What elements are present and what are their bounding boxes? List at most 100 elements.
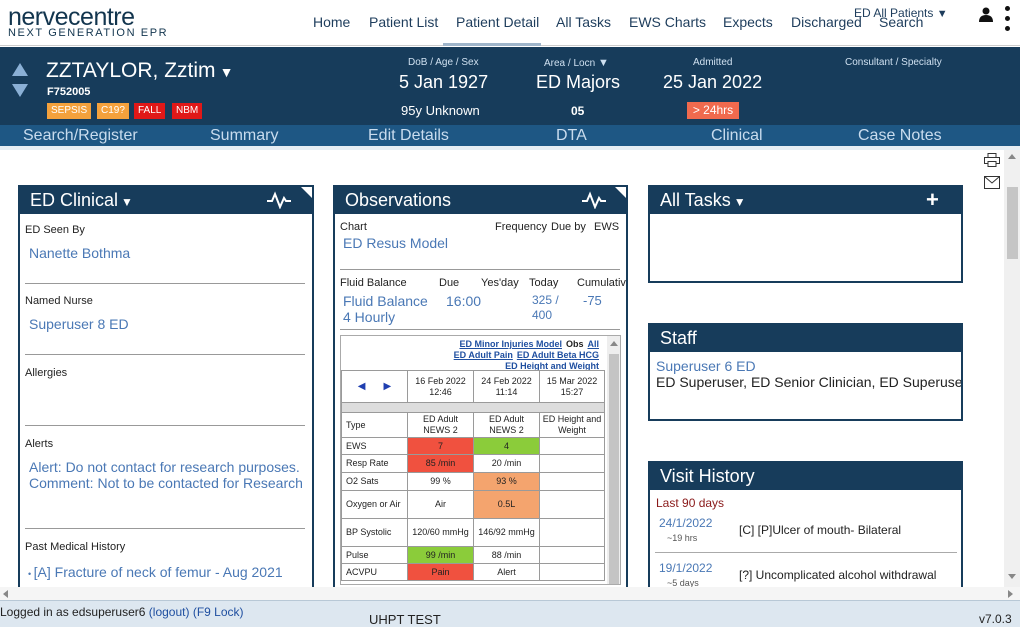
link-minor-injuries-model[interactable]: ED Minor Injuries Model bbox=[459, 339, 562, 349]
panel-corner-icon[interactable] bbox=[615, 187, 626, 198]
prev-date-arrow-icon[interactable]: ◀ bbox=[358, 381, 366, 392]
badge-nbm[interactable]: NBM bbox=[172, 103, 203, 119]
visit-age: ~19 hrs bbox=[667, 533, 698, 543]
acvpu-value-3[interactable] bbox=[539, 563, 605, 581]
ews-value-2[interactable]: 4 bbox=[473, 437, 540, 455]
tab-search-register[interactable]: Search/Register bbox=[23, 127, 138, 145]
tab-edit-details[interactable]: Edit Details bbox=[368, 127, 449, 145]
patient-subnav: Search/Register Summary Edit Details DTA… bbox=[0, 125, 1020, 146]
link-adult-pain[interactable]: ED Adult Pain bbox=[454, 350, 513, 360]
logout-link[interactable]: (logout) bbox=[149, 605, 190, 619]
ed-seen-by-value[interactable]: Nanette Bothma bbox=[29, 245, 130, 261]
o2-sats-value-3[interactable] bbox=[539, 472, 605, 491]
pulse-value-2[interactable]: 88 /min bbox=[473, 546, 540, 564]
oxygen-value-3[interactable] bbox=[539, 490, 605, 519]
table-row: O2 Sats 99 % 93 % bbox=[341, 472, 605, 491]
row-label-ews: EWS bbox=[341, 437, 408, 455]
chart-value[interactable]: ED Resus Model bbox=[343, 235, 448, 251]
panel-corner-icon[interactable] bbox=[301, 187, 312, 198]
pmh-item[interactable]: • [A] Fracture of neck of femur - Aug 20… bbox=[28, 564, 283, 582]
pulse-chart-icon[interactable] bbox=[266, 191, 292, 209]
resp-rate-value-3[interactable] bbox=[539, 454, 605, 473]
nav-patient-list[interactable]: Patient List bbox=[369, 14, 438, 30]
fluid-due-label: Due bbox=[439, 277, 460, 289]
nav-home[interactable]: Home bbox=[313, 14, 350, 30]
date-header-1[interactable]: 16 Feb 2022 12:46 bbox=[407, 370, 474, 403]
tab-case-notes[interactable]: Case Notes bbox=[858, 127, 942, 145]
acvpu-value-2[interactable]: Alert bbox=[473, 563, 540, 581]
bp-value-3[interactable] bbox=[539, 518, 605, 547]
ews-value-3[interactable] bbox=[539, 437, 605, 455]
staff-name[interactable]: Superuser 6 ED bbox=[656, 358, 756, 374]
lock-link[interactable]: (F9 Lock) bbox=[193, 605, 244, 619]
previous-patient-arrow-icon[interactable] bbox=[12, 63, 28, 76]
alerts-value[interactable]: Alert: Do not contact for research purpo… bbox=[29, 459, 309, 491]
all-tasks-title[interactable]: All Tasks ▼ bbox=[660, 190, 746, 211]
page-vertical-scrollbar[interactable] bbox=[1004, 150, 1020, 587]
fluid-balance-label: Fluid Balance bbox=[340, 277, 407, 289]
named-nurse-value[interactable]: Superuser 8 ED bbox=[29, 316, 129, 332]
pulse-value-1[interactable]: 99 /min bbox=[407, 546, 474, 564]
badge-fall[interactable]: FALL bbox=[134, 103, 166, 119]
visit-description[interactable]: [C] [P]Ulcer of mouth- Bilateral bbox=[739, 523, 901, 537]
nav-all-tasks[interactable]: All Tasks bbox=[556, 14, 611, 30]
link-obs[interactable]: Obs bbox=[566, 339, 584, 349]
kebab-menu-icon[interactable] bbox=[1005, 6, 1011, 36]
o2-sats-value-1[interactable]: 99 % bbox=[407, 472, 474, 491]
patient-id: F752005 bbox=[47, 86, 91, 98]
pulse-value-3[interactable] bbox=[539, 546, 605, 564]
date-header-3[interactable]: 15 Mar 2022 15:27 bbox=[539, 370, 605, 403]
table-row: BP Systolic 120/60 mmHg 146/92 mmHg bbox=[341, 518, 605, 547]
bp-value-2[interactable]: 146/92 mmHg bbox=[473, 518, 540, 547]
ward-selector[interactable]: ED All Patients ▼ bbox=[854, 6, 948, 20]
tab-dta[interactable]: DTA bbox=[556, 127, 587, 145]
visit-description[interactable]: [?] Uncomplicated alcohol withdrawal bbox=[739, 568, 936, 582]
bp-value-1[interactable]: 120/60 mmHg bbox=[407, 518, 474, 547]
link-all[interactable]: All bbox=[587, 339, 599, 349]
divider bbox=[655, 552, 957, 553]
nav-expects[interactable]: Expects bbox=[723, 14, 773, 30]
mail-icon[interactable] bbox=[984, 176, 1000, 189]
o2-sats-value-2[interactable]: 93 % bbox=[473, 472, 540, 491]
chart-label: Chart bbox=[340, 221, 367, 233]
page-horizontal-scrollbar[interactable] bbox=[0, 587, 1020, 600]
resp-rate-value-2[interactable]: 20 /min bbox=[473, 454, 540, 473]
nav-patient-detail[interactable]: Patient Detail bbox=[456, 14, 539, 30]
login-status: Logged in as edsuperuser6 (logout) (F9 L… bbox=[0, 605, 250, 619]
next-patient-arrow-icon[interactable] bbox=[12, 84, 28, 97]
spacer-row bbox=[341, 402, 605, 413]
nav-ews-charts[interactable]: EWS Charts bbox=[629, 14, 706, 30]
acvpu-value-1[interactable]: Pain bbox=[407, 563, 474, 581]
named-nurse-label: Named Nurse bbox=[25, 295, 93, 307]
badge-sepsis[interactable]: SEPSIS bbox=[47, 103, 92, 119]
print-icon[interactable] bbox=[984, 153, 1000, 167]
visit-date[interactable]: 24/1/2022 bbox=[659, 516, 712, 530]
dob-value: 5 Jan 1927 bbox=[399, 72, 489, 92]
admitted-value: 25 Jan 2022 bbox=[663, 72, 763, 92]
patient-name[interactable]: ZZTAYLOR, Zztim ▼ bbox=[46, 59, 233, 83]
type-2: ED Adult NEWS 2 bbox=[473, 412, 540, 438]
date-header-2[interactable]: 24 Feb 2022 11:14 bbox=[473, 370, 540, 403]
resp-rate-value-1[interactable]: 85 /min bbox=[407, 454, 474, 473]
oxygen-value-2[interactable]: 0.5L bbox=[473, 490, 540, 519]
date-nav-cell: ◀ ▶ bbox=[341, 370, 408, 403]
nav-discharged[interactable]: Discharged bbox=[791, 14, 862, 30]
tab-summary[interactable]: Summary bbox=[210, 127, 278, 145]
observations-title: Observations bbox=[345, 190, 452, 210]
grid-scrollbar[interactable] bbox=[607, 336, 620, 584]
badge-c19[interactable]: C19? bbox=[97, 103, 129, 119]
fluid-today-value[interactable]: 325 / 400 bbox=[532, 293, 562, 323]
add-task-icon[interactable]: + bbox=[926, 187, 939, 213]
oxygen-value-1[interactable]: Air bbox=[407, 490, 474, 519]
pulse-chart-icon[interactable] bbox=[581, 191, 607, 209]
ed-clinical-title[interactable]: ED Clinical ▼ bbox=[30, 190, 133, 211]
user-icon[interactable] bbox=[978, 6, 994, 22]
tab-clinical[interactable]: Clinical bbox=[711, 127, 763, 145]
link-adult-beta-hcg[interactable]: ED Adult Beta HCG bbox=[517, 350, 599, 360]
fluid-balance-value[interactable]: Fluid Balance 4 Hourly bbox=[343, 293, 435, 325]
patient-banner: ZZTAYLOR, Zztim ▼ F752005 SEPSIS C19? FAL… bbox=[0, 47, 1020, 125]
ews-value-1[interactable]: 7 bbox=[407, 437, 474, 455]
area-label[interactable]: Area / Locn ▼ bbox=[544, 57, 609, 69]
next-date-arrow-icon[interactable]: ▶ bbox=[384, 381, 392, 392]
visit-date[interactable]: 19/1/2022 bbox=[659, 561, 712, 575]
